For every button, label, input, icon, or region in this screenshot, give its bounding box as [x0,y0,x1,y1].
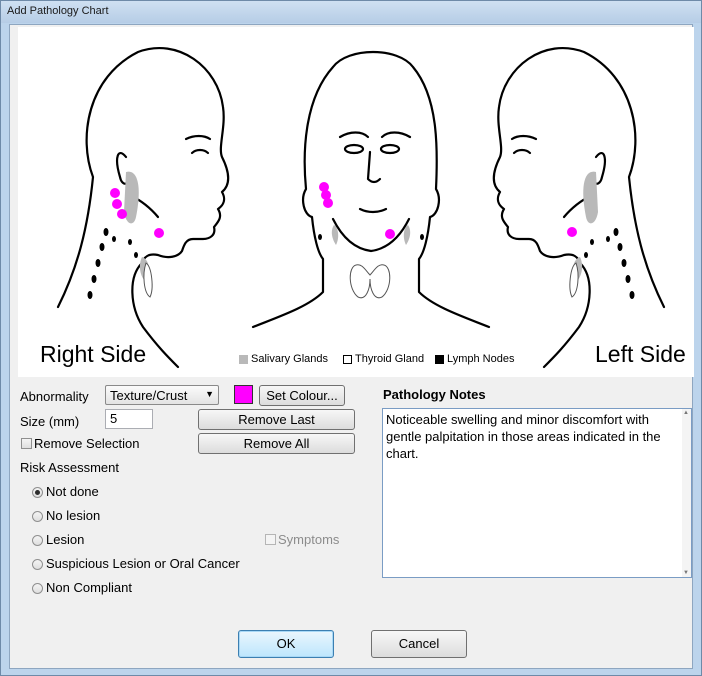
left-side-label: Left Side [595,341,686,367]
left-profile-drawing [492,46,666,369]
radio-label-not-done[interactable]: Not done [46,484,99,499]
chevron-down-icon: ▼ [205,389,214,399]
window-title: Add Pathology Chart [7,5,109,17]
legend-thyroid: Thyroid Gland [343,353,424,365]
right-profile-drawing [56,46,230,369]
cancel-button[interactable]: Cancel [371,630,467,658]
legend-label: Salivary Glands [251,353,329,365]
legend-swatch [343,354,352,364]
title-bar[interactable]: Add Pathology Chart [1,1,701,23]
radio-not-done[interactable] [32,487,43,498]
legend-lymph: Lymph Nodes [435,353,514,365]
radio-label-lesion[interactable]: Lesion [46,532,84,547]
scroll-down-icon[interactable]: ▼ [683,570,689,576]
radio-label-suspicious-lesion[interactable]: Suspicious Lesion or Oral Cancer [46,556,240,571]
head-neck-diagram[interactable] [18,27,694,377]
radio-suspicious-lesion[interactable] [32,559,43,570]
ok-button[interactable]: OK [238,630,334,658]
legend-salivary: Salivary Glands [239,353,328,365]
abnormality-dropdown[interactable]: Texture/Crust ▼ [105,385,219,405]
dialog-client: Right Side Left Side Salivary Glands Thy… [9,24,694,669]
abnormality-label: Abnormality [20,389,89,404]
remove-selection-checkbox[interactable] [21,438,32,449]
colour-swatch[interactable] [234,385,253,404]
set-colour-button[interactable]: Set Colour... [259,385,345,406]
radio-lesion[interactable] [32,535,43,546]
symptoms-checkbox[interactable] [265,534,276,545]
risk-assessment-label: Risk Assessment [20,460,119,475]
radio-label-no-lesion[interactable]: No lesion [46,508,100,523]
remove-last-button[interactable]: Remove Last [198,409,355,430]
legend-swatch [435,354,444,364]
remove-all-button[interactable]: Remove All [198,433,355,454]
radio-non-compliant[interactable] [32,583,43,594]
marker-dot [567,227,577,237]
marker-dot [117,209,127,219]
symptoms-label: Symptoms [278,532,340,547]
marker-dot [112,199,122,209]
marker-dot [154,228,164,238]
notes-scrollbar[interactable]: ▲ ▼ [682,409,691,577]
abnormality-value: Texture/Crust [110,388,188,403]
size-input[interactable]: 5 [105,409,153,429]
pathology-notes-text: Noticeable swelling and minor discomfort… [386,412,661,461]
right-side-label: Right Side [40,341,147,367]
legend-label: Lymph Nodes [447,353,515,365]
pathology-chart[interactable]: Right Side Left Side Salivary Glands Thy… [18,27,694,377]
marker-dot [323,198,333,208]
thyroid-gland [143,262,579,299]
radio-label-non-compliant[interactable]: Non Compliant [46,580,132,595]
pathology-notes-textarea[interactable]: Noticeable swelling and minor discomfort… [382,408,692,578]
marker-dot [385,229,395,239]
scroll-up-icon[interactable]: ▲ [683,410,689,416]
remove-selection-label[interactable]: Remove Selection [34,436,140,451]
radio-no-lesion[interactable] [32,511,43,522]
pathology-notes-title: Pathology Notes [383,387,486,402]
dialog-window: Add Pathology Chart Right Side Left Side… [0,0,702,676]
marker-dot [110,188,120,198]
legend-swatch [239,354,248,364]
legend-label: Thyroid Gland [355,353,425,365]
size-label: Size (mm) [20,414,80,429]
